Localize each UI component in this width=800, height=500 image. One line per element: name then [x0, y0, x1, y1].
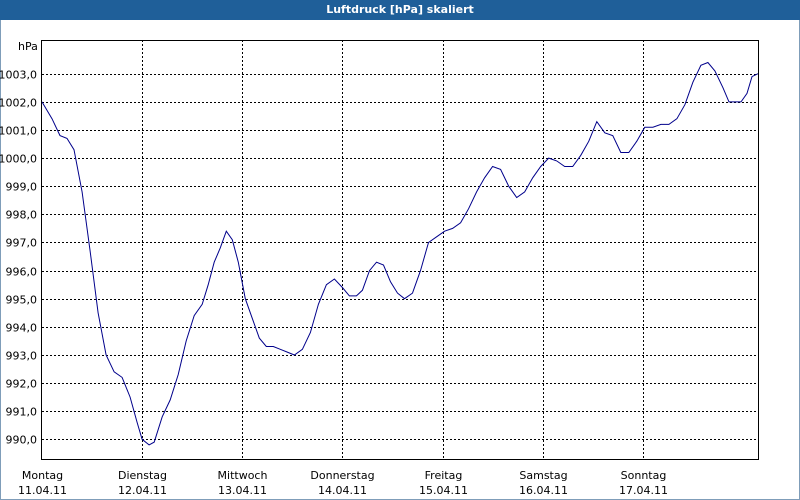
x-tick-day-label: Freitag [425, 469, 463, 482]
y-tick-label: 998,0 [6, 209, 38, 222]
x-tick-day-label: Mittwoch [218, 469, 268, 482]
plot-frame [41, 40, 759, 460]
x-tick-date-label: 15.04.11 [419, 484, 468, 497]
pressure-series-line [41, 61, 759, 446]
x-tick-date-label: 17.04.11 [619, 484, 668, 497]
y-tick-label: 1000,0 [0, 153, 37, 166]
y-tick-label: 999,0 [6, 181, 38, 194]
y-tick-label: 1002,0 [0, 97, 37, 110]
x-tick-date-label: 16.04.11 [519, 484, 568, 497]
chart-area: hPa 990,0991,0992,0993,0994,0995,0996,09… [0, 40, 759, 497]
x-tick-day-label: Samstag [519, 469, 567, 482]
x-tick-date-label: 11.04.11 [18, 484, 67, 497]
y-tick-label: 997,0 [6, 237, 38, 250]
y-tick-label: 1003,0 [0, 69, 37, 82]
y-axis-tick-labels: 990,0 991,0 992,0 993,0 994,0 995,0 996,0 997,0… [0, 69, 37, 447]
chart-grid [42, 40, 758, 459]
y-tick-label: 993,0 [6, 350, 38, 363]
x-tick-date-label: 12.04.11 [118, 484, 167, 497]
x-tick-day-label: Montag [22, 469, 63, 482]
y-tick-label: 991,0 [6, 406, 38, 419]
y-tick-label: 1001,0 [0, 125, 37, 138]
y-tick-label: 996,0 [6, 266, 38, 279]
y-tick-label: 990,0 [6, 434, 38, 447]
y-tick-label: 995,0 [6, 294, 38, 307]
x-tick-day-label: Dienstag [118, 469, 167, 482]
x-tick-day-label: Sonntag [621, 469, 667, 482]
y-axis-unit-label: hPa [18, 40, 38, 53]
x-tick-date-label: 13.04.11 [218, 484, 267, 497]
y-tick-label: 994,0 [6, 322, 38, 335]
x-tick-date-label: 14.04.11 [318, 484, 367, 497]
y-tick-label: 992,0 [6, 378, 38, 391]
x-axis-tick-labels: Montag 11.04.11 Dienstag 12.04.11 Mittwoch 13… [18, 469, 668, 497]
x-tick-day-label: Donnerstag [310, 469, 374, 482]
